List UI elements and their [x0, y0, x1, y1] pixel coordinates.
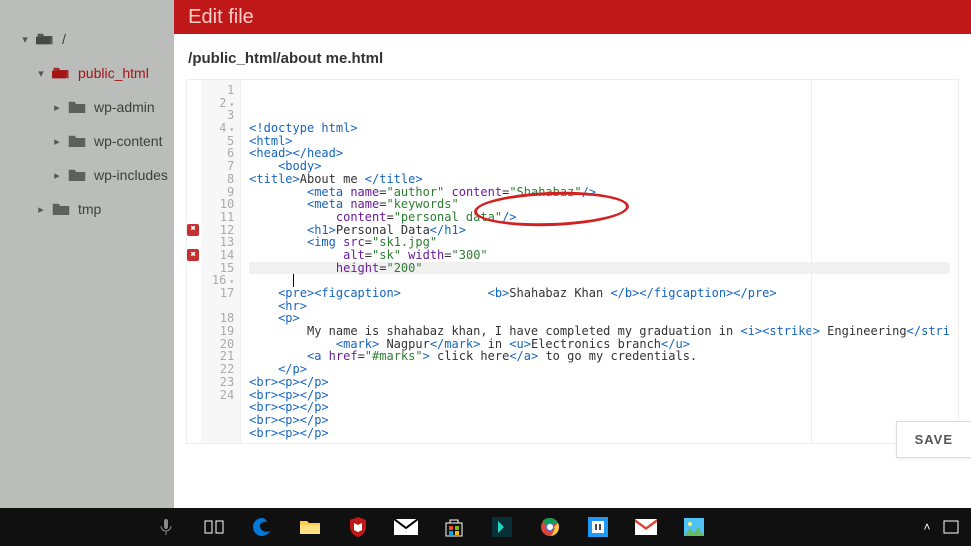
- gmail-icon[interactable]: [622, 508, 670, 546]
- code-line[interactable]: <br><p></p>: [249, 376, 950, 389]
- tree-label: tmp: [78, 201, 101, 217]
- brackets-icon[interactable]: [574, 508, 622, 546]
- cortana-icon[interactable]: [142, 508, 190, 546]
- editor-title: Edit file: [188, 6, 254, 29]
- tree-item-wp-admin[interactable]: ▸ wp-admin: [0, 90, 174, 124]
- caret-right-icon: ▸: [52, 135, 62, 148]
- code-line[interactable]: content="personal data"/>: [249, 211, 950, 224]
- tree-label: wp-content: [94, 133, 162, 149]
- editor-header: Edit file: [174, 0, 971, 34]
- file-tree-sidebar: ▾ / ▾ public_html ▸ wp-admin: [0, 0, 174, 508]
- tree-label: public_html: [78, 65, 149, 81]
- tree-item-tmp[interactable]: ▸ tmp: [0, 192, 174, 226]
- tree-item-public-html[interactable]: ▾ public_html: [0, 56, 174, 90]
- caret-down-icon: ▾: [20, 33, 30, 46]
- code-line[interactable]: <br><p></p>: [249, 401, 950, 414]
- file-path: /public_html/about me.html: [174, 34, 971, 79]
- caret-right-icon: ▸: [36, 203, 46, 216]
- error-gutter: ✖✖: [187, 80, 201, 443]
- windows-taskbar[interactable]: ˄: [0, 508, 971, 546]
- code-line[interactable]: <br><p></p>: [249, 414, 950, 427]
- code-line[interactable]: <head></head>: [249, 147, 950, 160]
- error-marker[interactable]: ✖: [187, 224, 199, 236]
- editor-main: Edit file /public_html/about me.html ✖✖ …: [174, 0, 971, 508]
- code-line[interactable]: </p>: [249, 363, 950, 376]
- code-line[interactable]: <body>: [249, 160, 950, 173]
- code-line[interactable]: <br><p></p>: [249, 427, 950, 440]
- system-tray-icon[interactable]: [939, 508, 963, 546]
- photos-icon[interactable]: [670, 508, 718, 546]
- caret-right-icon: ▸: [52, 169, 62, 182]
- caret-down-icon: ▾: [36, 67, 46, 80]
- folder-icon: [68, 134, 86, 148]
- tree-root-label: /: [62, 31, 66, 47]
- edge-icon[interactable]: [238, 508, 286, 546]
- code-line[interactable]: <!doctype html>: [249, 122, 950, 135]
- file-explorer-icon[interactable]: [286, 508, 334, 546]
- tree-label: wp-includes: [94, 167, 168, 183]
- store-icon[interactable]: [430, 508, 478, 546]
- print-margin: [811, 80, 812, 443]
- code-line[interactable]: <br><p></p>: [249, 389, 950, 402]
- code-editor[interactable]: ✖✖ 1234567891011121314151617181920212223…: [186, 79, 959, 444]
- code-line[interactable]: <hr>: [249, 300, 950, 313]
- folder-icon: [68, 100, 86, 114]
- tree-root[interactable]: ▾ /: [0, 22, 174, 56]
- code-line[interactable]: [249, 274, 950, 287]
- code-line[interactable]: height="200": [249, 262, 950, 275]
- code-line[interactable]: <a href="#marks"> click here</a> to go m…: [249, 350, 950, 363]
- folder-open-icon: [52, 66, 70, 80]
- save-button[interactable]: SAVE: [896, 421, 971, 458]
- mcafee-icon[interactable]: [334, 508, 382, 546]
- task-view-icon[interactable]: [190, 508, 238, 546]
- folder-icon: [52, 202, 70, 216]
- line-number-gutter: 123456789101112131415161718192021222324: [201, 80, 241, 443]
- code-body[interactable]: <!doctype html><html><head></head> <body…: [241, 80, 958, 443]
- tree-label: wp-admin: [94, 99, 155, 115]
- code-line[interactable]: <html>: [249, 135, 950, 148]
- error-marker[interactable]: ✖: [187, 249, 199, 261]
- show-hidden-icons[interactable]: ˄: [915, 508, 939, 546]
- tree-item-wp-includes[interactable]: ▸ wp-includes: [0, 158, 174, 192]
- tree-item-wp-content[interactable]: ▸ wp-content: [0, 124, 174, 158]
- code-line[interactable]: <pre><figcaption> <b>Shahabaz Khan </b><…: [249, 287, 950, 300]
- mail-icon[interactable]: [382, 508, 430, 546]
- folder-icon: [68, 168, 86, 182]
- caret-right-icon: ▸: [52, 101, 62, 114]
- chrome-icon[interactable]: [526, 508, 574, 546]
- filmora-icon[interactable]: [478, 508, 526, 546]
- folder-open-icon: [36, 32, 54, 46]
